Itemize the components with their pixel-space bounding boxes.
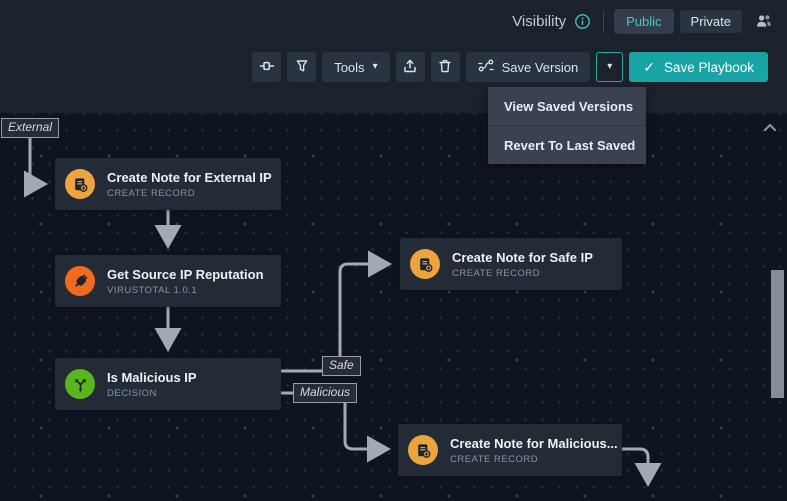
menu-item-revert-to-last-saved[interactable]: Revert To Last Saved	[488, 126, 646, 164]
version-flow-icon	[478, 58, 494, 76]
insert-point-button[interactable]	[252, 52, 281, 82]
visibility-label: Visibility	[512, 13, 566, 30]
note-add-icon	[65, 169, 95, 199]
save-playbook-label: Save Playbook	[664, 60, 754, 75]
edge-label-malicious[interactable]: Malicious	[293, 383, 357, 403]
save-version-menu: View Saved Versions Revert To Last Saved	[488, 87, 646, 164]
note-add-icon	[408, 435, 438, 465]
node-subtitle: VIRUSTOTAL 1.0.1	[107, 285, 264, 296]
node-title: Create Note for Safe IP	[452, 250, 593, 265]
filter-button[interactable]	[287, 52, 316, 82]
vertical-scrollbar-thumb[interactable]	[771, 270, 784, 398]
tools-button[interactable]: Tools ▾	[322, 52, 389, 82]
menu-item-view-saved-versions[interactable]: View Saved Versions	[488, 87, 646, 125]
node-title: Create Note for Malicious...	[450, 436, 614, 451]
export-button[interactable]	[396, 52, 425, 82]
node-title: Get Source IP Reputation	[107, 267, 264, 282]
scroll-up-icon[interactable]	[763, 119, 777, 137]
node-title: Create Note for External IP	[107, 170, 272, 185]
playbook-editor: Visibility Public Private Tools ▾	[0, 0, 787, 501]
note-add-icon	[410, 249, 440, 279]
users-icon[interactable]	[754, 12, 774, 30]
save-version-button[interactable]: Save Version	[466, 52, 591, 82]
app-connector-icon	[65, 266, 95, 296]
node-title: Is Malicious IP	[107, 370, 197, 385]
decision-branch-icon	[65, 369, 95, 399]
node-subtitle: CREATE RECORD	[450, 454, 614, 465]
node-subtitle: CREATE RECORD	[452, 268, 593, 279]
delete-button[interactable]	[431, 52, 460, 82]
node-create-note-safe-ip[interactable]: Create Note for Safe IP CREATE RECORD	[400, 238, 622, 290]
node-subtitle: DECISION	[107, 388, 197, 399]
save-playbook-button[interactable]: ✓ Save Playbook	[629, 52, 768, 82]
check-icon: ✓	[643, 59, 655, 76]
node-create-note-malicious-ip[interactable]: Create Note for Malicious... CREATE RECO…	[398, 424, 622, 476]
node-text: Is Malicious IP DECISION	[107, 370, 205, 399]
info-icon[interactable]	[573, 12, 591, 30]
external-input-label[interactable]: External	[1, 118, 59, 138]
tools-label: Tools	[334, 60, 364, 75]
visibility-row: Visibility Public Private	[512, 9, 774, 33]
toolbar: Tools ▾ Save Version ▾ ✓ Save Playbook	[252, 52, 768, 82]
node-create-note-external-ip[interactable]: Create Note for External IP CREATE RECOR…	[55, 158, 281, 210]
playbook-canvas[interactable]: External Create Note for External IP CRE…	[0, 113, 787, 501]
trash-icon	[437, 58, 453, 77]
node-text: Create Note for Safe IP CREATE RECORD	[452, 250, 601, 279]
save-version-label: Save Version	[502, 60, 579, 75]
node-text: Get Source IP Reputation VIRUSTOTAL 1.0.…	[107, 267, 272, 296]
upload-icon	[402, 58, 418, 77]
save-version-dropdown-button[interactable]: ▾	[596, 52, 623, 82]
private-button[interactable]: Private	[680, 10, 742, 33]
chevron-down-icon: ▾	[607, 62, 612, 72]
edge-label-safe[interactable]: Safe	[322, 356, 361, 376]
chevron-down-icon: ▾	[373, 62, 378, 72]
divider	[603, 10, 604, 32]
node-text: Create Note for Malicious... CREATE RECO…	[450, 436, 622, 465]
public-button[interactable]: Public	[615, 10, 672, 33]
node-subtitle: CREATE RECORD	[107, 188, 272, 199]
insert-point-icon	[259, 58, 275, 77]
node-get-source-ip-reputation[interactable]: Get Source IP Reputation VIRUSTOTAL 1.0.…	[55, 255, 281, 307]
node-is-malicious-ip[interactable]: Is Malicious IP DECISION	[55, 358, 281, 410]
filter-funnel-icon	[294, 58, 310, 77]
node-text: Create Note for External IP CREATE RECOR…	[107, 170, 280, 199]
